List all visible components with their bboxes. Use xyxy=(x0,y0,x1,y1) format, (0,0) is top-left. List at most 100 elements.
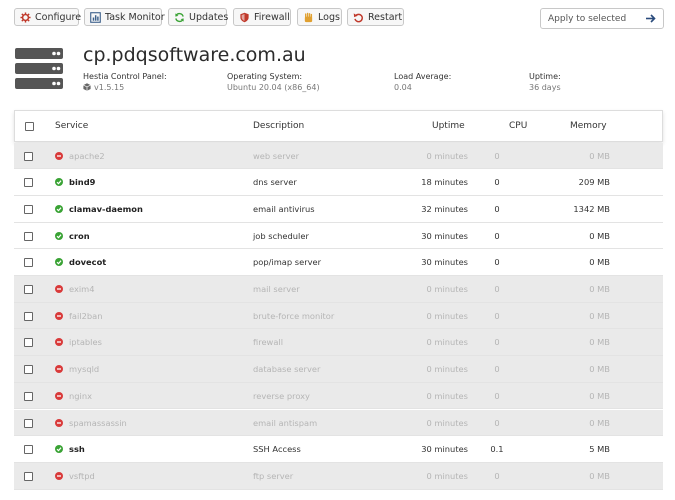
service-memory: 5 MB xyxy=(589,444,610,455)
row-checkbox[interactable] xyxy=(24,285,33,294)
service-description: dns server xyxy=(253,177,297,188)
row-checkbox[interactable] xyxy=(24,471,33,481)
column-description[interactable]: Description xyxy=(253,121,304,131)
service-uptime: 0 minutes xyxy=(426,150,468,161)
panel-label: Hestia Control Panel: xyxy=(83,72,167,81)
column-cpu[interactable]: CPU xyxy=(509,121,527,131)
refresh-icon xyxy=(174,11,185,23)
row-checkbox[interactable] xyxy=(24,391,33,401)
service-memory: 0 MB xyxy=(589,284,610,294)
service-uptime: 0 minutes xyxy=(426,310,468,321)
firewall-label: Firewall xyxy=(254,11,290,23)
service-name[interactable]: iptables xyxy=(69,337,102,347)
service-memory: 1342 MB xyxy=(573,203,610,214)
table-row[interactable]: cron job scheduler 30 minutes 0 0 MB xyxy=(14,222,663,250)
firewall-button[interactable]: Firewall xyxy=(233,8,291,26)
service-description: ftp server xyxy=(253,470,294,481)
row-checkbox[interactable] xyxy=(24,338,33,348)
service-description: brute-force monitor xyxy=(253,310,335,321)
os-label: Operating System: xyxy=(227,72,303,81)
apply-to-selected-select[interactable]: Apply to selected xyxy=(540,8,664,29)
service-memory: 0 MB xyxy=(589,257,610,268)
column-uptime[interactable]: Uptime xyxy=(432,121,465,131)
service-cpu: 0 xyxy=(494,177,500,188)
task-monitor-button[interactable]: Task Monitor xyxy=(84,8,165,26)
configure-button[interactable]: Configure xyxy=(14,8,81,26)
service-uptime: 30 minutes xyxy=(421,444,468,455)
service-cpu: 0 xyxy=(494,364,500,375)
service-uptime: 30 minutes xyxy=(421,230,468,241)
toolbar: Configure Task Monitor Updates Firewall … xyxy=(0,0,675,38)
column-memory[interactable]: Memory xyxy=(570,121,607,131)
service-description: email antispam xyxy=(253,417,318,428)
service-description: web server xyxy=(253,150,300,161)
service-uptime: 0 minutes xyxy=(426,284,468,294)
table-row[interactable]: apache2 web server 0 minutes 0 0 MB xyxy=(14,142,663,170)
service-name[interactable]: cron xyxy=(69,231,90,241)
row-checkbox[interactable] xyxy=(24,445,33,455)
service-description: email antivirus xyxy=(253,203,315,214)
status-running-icon xyxy=(55,231,63,240)
table-row[interactable]: spamassassin email antispam 0 minutes 0 0 MB xyxy=(14,409,663,437)
service-name[interactable]: spamassassin xyxy=(69,418,127,428)
table-row[interactable]: nginx reverse proxy 0 minutes 0 0 MB xyxy=(14,382,663,410)
status-stopped-icon xyxy=(55,418,63,427)
service-name[interactable]: apache2 xyxy=(69,151,105,161)
service-memory: 0 MB xyxy=(589,364,610,375)
service-name[interactable]: bind9 xyxy=(69,177,95,187)
service-description: firewall xyxy=(253,337,284,348)
column-service[interactable]: Service xyxy=(55,121,88,131)
arrow-right-icon[interactable] xyxy=(644,12,657,25)
chart-icon xyxy=(90,11,101,23)
row-checkbox[interactable] xyxy=(24,151,33,161)
service-memory: 209 MB xyxy=(578,177,610,188)
service-name[interactable]: nginx xyxy=(69,391,92,401)
restart-button[interactable]: Restart xyxy=(347,8,404,26)
table-row[interactable]: fail2ban brute-force monitor 0 minutes 0 0 M… xyxy=(14,302,663,330)
table-row[interactable]: dovecot pop/imap server 30 minutes 0 0 MB xyxy=(14,249,663,276)
service-name[interactable]: mysqld xyxy=(69,364,99,374)
table-row[interactable]: ssh SSH Access 30 minutes 0.1 5 MB xyxy=(14,436,663,463)
service-cpu: 0 xyxy=(494,150,500,161)
table-row[interactable]: exim4 mail server 0 minutes 0 0 MB xyxy=(14,276,663,303)
table-row[interactable]: vsftpd ftp server 0 minutes 0 0 MB xyxy=(14,462,663,490)
service-uptime: 0 minutes xyxy=(426,337,468,348)
service-name[interactable]: vsftpd xyxy=(69,471,95,481)
table-row[interactable]: mysqld database server 0 minutes 0 0 MB xyxy=(14,356,663,383)
row-checkbox[interactable] xyxy=(24,231,33,241)
updates-button[interactable]: Updates xyxy=(168,8,228,26)
shield-icon xyxy=(239,11,250,23)
service-cpu: 0 xyxy=(494,310,500,321)
service-uptime: 32 minutes xyxy=(421,203,468,214)
service-memory: 0 MB xyxy=(589,470,610,481)
row-checkbox[interactable] xyxy=(24,258,33,268)
service-name[interactable]: ssh xyxy=(69,444,85,454)
service-cpu: 0 xyxy=(494,257,500,268)
row-checkbox[interactable] xyxy=(24,365,33,375)
service-name[interactable]: fail2ban xyxy=(69,311,103,321)
service-uptime: 18 minutes xyxy=(421,177,468,188)
service-cpu: 0 xyxy=(494,230,500,241)
row-checkbox[interactable] xyxy=(24,178,33,188)
service-cpu: 0 xyxy=(494,337,500,348)
table-row[interactable]: clamav-daemon email antivirus 32 minutes 0 1… xyxy=(14,195,663,223)
status-stopped-icon xyxy=(55,391,63,400)
logs-button[interactable]: Logs xyxy=(297,8,342,26)
service-cpu: 0.1 xyxy=(490,444,504,455)
service-memory: 0 MB xyxy=(589,230,610,241)
service-name[interactable]: exim4 xyxy=(69,284,95,294)
row-checkbox[interactable] xyxy=(24,311,33,321)
table-row[interactable]: bind9 dns server 18 minutes 0 209 MB xyxy=(14,169,663,196)
panel-version: v1.5.15 xyxy=(83,83,124,92)
table-row[interactable]: iptables firewall 0 minutes 0 0 MB xyxy=(14,329,663,357)
select-all-checkbox[interactable] xyxy=(25,122,34,131)
row-checkbox[interactable] xyxy=(24,418,33,428)
service-description: mail server xyxy=(253,284,300,294)
status-stopped-icon xyxy=(55,311,63,320)
row-checkbox[interactable] xyxy=(24,204,33,214)
service-name[interactable]: clamav-daemon xyxy=(69,204,143,214)
logs-label: Logs xyxy=(318,11,340,23)
service-name[interactable]: dovecot xyxy=(69,257,106,267)
service-memory: 0 MB xyxy=(589,310,610,321)
service-description: SSH Access xyxy=(253,444,301,455)
